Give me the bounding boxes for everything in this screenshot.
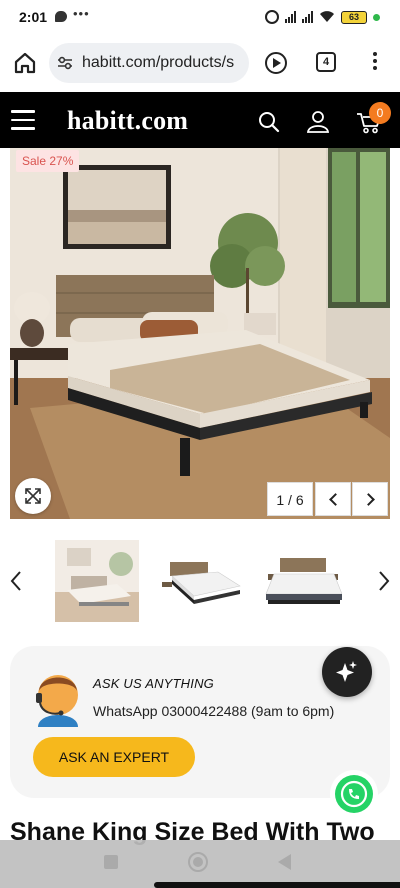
system-nav-bar xyxy=(0,840,400,888)
site-settings-icon[interactable] xyxy=(57,56,73,70)
ask-title: ASK US ANYTHING xyxy=(93,676,214,691)
signal-icon xyxy=(285,11,296,23)
menu-icon[interactable] xyxy=(11,110,35,130)
expand-icon xyxy=(25,488,41,504)
ask-expert-button[interactable]: ASK AN EXPERT xyxy=(33,737,195,777)
support-agent-avatar xyxy=(36,675,78,727)
browser-toolbar: habitt.com/products/s 4 xyxy=(0,34,400,92)
thumbnail-prev-icon[interactable] xyxy=(8,570,24,592)
back-icon[interactable] xyxy=(278,854,291,870)
thumbnail-3[interactable] xyxy=(258,540,342,622)
next-image-button[interactable] xyxy=(352,482,388,516)
site-header: habitt.com xyxy=(0,92,400,148)
site-logo[interactable]: habitt.com xyxy=(67,106,188,136)
sparkle-icon xyxy=(336,661,357,682)
image-counter: 1 / 6 xyxy=(267,482,313,516)
thumbnail-2[interactable] xyxy=(158,540,242,622)
chevron-right-icon xyxy=(362,493,375,506)
status-bar: 2:01 ••• 63 xyxy=(0,0,400,34)
browser-menu-icon[interactable] xyxy=(368,52,382,74)
tab-switcher-button[interactable]: 4 xyxy=(316,52,336,72)
search-icon[interactable] xyxy=(258,111,280,133)
recents-icon[interactable] xyxy=(104,855,118,869)
home-nav-icon[interactable] xyxy=(188,852,208,872)
home-icon[interactable] xyxy=(12,50,38,76)
whatsapp-icon xyxy=(335,775,373,813)
wifi-icon xyxy=(320,11,334,22)
more-notifications-icon: ••• xyxy=(73,6,90,21)
play-icon[interactable] xyxy=(265,52,287,74)
gesture-bar xyxy=(154,882,400,888)
previous-image-button[interactable] xyxy=(315,482,351,516)
privacy-dot-icon xyxy=(373,13,380,21)
whatsapp-contact[interactable]: WhatsApp 03000422488 (9am to 6pm) xyxy=(93,703,334,719)
zoom-button[interactable] xyxy=(15,478,51,514)
battery-icon: 63 xyxy=(341,10,367,24)
bed-photo xyxy=(10,148,390,519)
signal-icon-2 xyxy=(302,11,313,23)
address-bar[interactable]: habitt.com/products/s xyxy=(49,43,249,83)
product-main-image[interactable] xyxy=(10,148,390,519)
system-icons: 63 xyxy=(265,9,380,25)
cart-count-badge: 0 xyxy=(369,102,391,124)
whatsapp-button[interactable] xyxy=(330,770,378,818)
url-text[interactable]: habitt.com/products/s xyxy=(82,54,234,72)
alarm-icon xyxy=(265,10,279,24)
chat-notification-icon xyxy=(55,11,67,22)
ai-assistant-button[interactable] xyxy=(322,647,372,697)
thumbnail-next-icon[interactable] xyxy=(376,570,392,592)
sale-badge: Sale 27% xyxy=(16,150,80,172)
status-time: 2:01 xyxy=(19,9,48,25)
thumbnail-1[interactable] xyxy=(55,540,139,622)
chevron-left-icon xyxy=(329,493,342,506)
account-icon[interactable] xyxy=(306,109,330,133)
